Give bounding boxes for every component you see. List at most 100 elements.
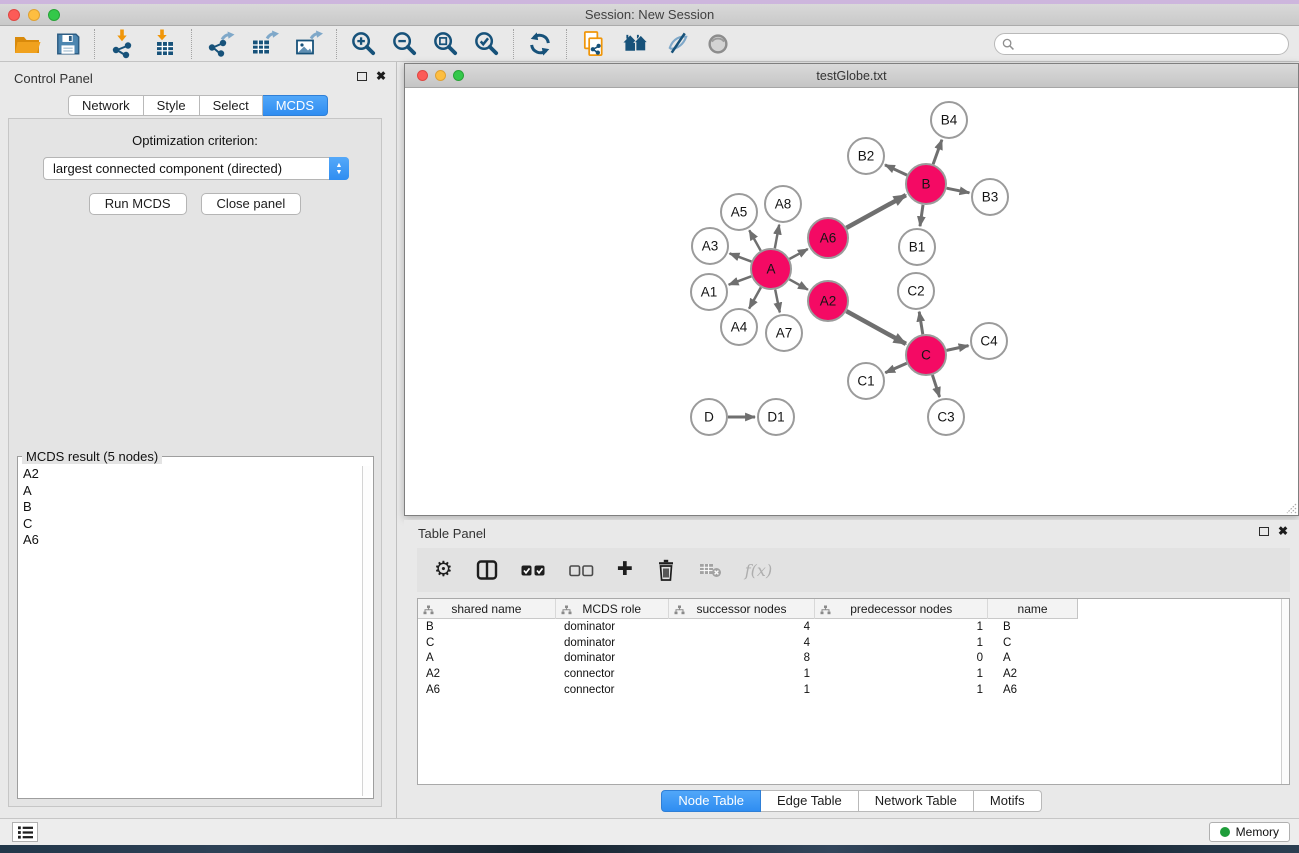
graph-edge-C-C2[interactable] [919,312,923,335]
show-columns-button[interactable] [476,559,498,581]
table-row[interactable]: Adominator80A [418,650,1289,666]
column-header-predecessor-nodes[interactable]: predecessor nodes [815,599,988,619]
graph-edge-A-A6[interactable] [789,249,807,259]
zoom-in-button[interactable] [350,30,377,57]
column-header-successor-nodes[interactable]: successor nodes [669,599,816,619]
mcds-result-item[interactable]: A [20,483,361,500]
graph-edge-B-B2[interactable] [885,165,907,175]
graph-node-A6[interactable]: A6 [808,218,848,258]
graph-edge-A-A7[interactable] [775,290,780,313]
graph-node-A3[interactable]: A3 [692,228,728,264]
graph-node-C2[interactable]: C2 [898,273,934,309]
apply-layout-button[interactable] [527,31,553,57]
mcds-result-item[interactable]: A6 [20,532,361,549]
deselect-all-rows-button[interactable] [569,564,594,577]
mcds-result-scrollbar[interactable] [362,466,371,796]
graph-node-A2[interactable]: A2 [808,281,848,321]
task-history-button[interactable] [12,822,38,842]
save-session-button[interactable] [55,31,81,57]
graph-node-A8[interactable]: A8 [765,186,801,222]
import-table-button[interactable] [150,29,178,59]
memory-button[interactable]: Memory [1209,822,1290,842]
tab-edge-table[interactable]: Edge Table [761,790,859,812]
graph-node-B1[interactable]: B1 [899,229,935,265]
graph-edge-B-B4[interactable] [933,140,942,164]
resize-grip-icon[interactable] [1285,502,1297,514]
tab-style[interactable]: Style [144,95,200,116]
column-header-mcds-role[interactable]: MCDS role [556,599,669,619]
table-row[interactable]: A6connector11A6 [418,682,1289,698]
column-header-name[interactable]: name [988,599,1077,619]
graph-edge-A-A3[interactable] [730,253,752,261]
first-neighbors-button[interactable] [621,31,650,56]
graph-edge-B-B1[interactable] [920,205,923,226]
graph-node-B3[interactable]: B3 [972,179,1008,215]
export-table-button[interactable] [249,30,279,58]
graph-edge-A6-B[interactable] [846,195,906,228]
graph-node-A7[interactable]: A7 [766,315,802,351]
add-row-button[interactable]: ✚ [617,559,633,581]
graph-edge-C-C1[interactable] [885,363,906,372]
mcds-result-item[interactable]: C [20,516,361,533]
graph-edge-A-A8[interactable] [775,225,779,249]
float-table-panel-icon[interactable] [1259,527,1269,536]
export-image-button[interactable] [293,30,323,58]
graph-node-B4[interactable]: B4 [931,102,967,138]
graph-node-B[interactable]: B [906,164,946,204]
tab-node-table[interactable]: Node Table [661,790,761,812]
graph-edge-A-A4[interactable] [749,287,761,308]
open-session-button[interactable] [13,31,41,57]
close-window-button[interactable] [8,9,20,21]
graph-node-C[interactable]: C [906,335,946,375]
tab-mcds[interactable]: MCDS [263,95,328,116]
float-panel-icon[interactable] [357,72,367,81]
network-window-titlebar[interactable]: testGlobe.txt [405,64,1298,88]
graph-edge-C-C4[interactable] [947,346,969,351]
graph-node-A5[interactable]: A5 [721,194,757,230]
bird-eye-view-button[interactable] [705,31,731,57]
graph-node-C4[interactable]: C4 [971,323,1007,359]
run-mcds-button[interactable]: Run MCDS [89,193,187,215]
mcds-result-item[interactable]: A2 [20,466,361,483]
graph-edge-A2-C[interactable] [846,311,906,344]
graph-edge-A-A1[interactable] [729,276,752,284]
network-zoom-button[interactable] [453,70,464,81]
column-header-shared-name[interactable]: shared name [418,599,556,619]
new-network-from-selection-button[interactable] [580,30,607,58]
table-row[interactable]: Bdominator41B [418,619,1289,635]
graph-edge-A-A2[interactable] [789,279,808,289]
graph-node-A4[interactable]: A4 [721,309,757,345]
zoom-fit-button[interactable] [432,30,459,57]
graph-node-A1[interactable]: A1 [691,274,727,310]
delete-row-button[interactable] [656,559,676,581]
network-minimize-button[interactable] [435,70,446,81]
graph-node-B2[interactable]: B2 [848,138,884,174]
table-scrollbar[interactable] [1281,599,1289,784]
network-close-button[interactable] [417,70,428,81]
graph-node-D1[interactable]: D1 [758,399,794,435]
zoom-selected-button[interactable] [473,30,500,57]
table-row[interactable]: A2connector11A2 [418,666,1289,682]
tab-select[interactable]: Select [200,95,263,116]
export-network-button[interactable] [205,30,235,58]
zoom-window-button[interactable] [48,9,60,21]
network-canvas[interactable]: B4B2BB3A8A5A6A3B1AA1C2A2A4A7C4CC1C3DD1 [405,88,1298,515]
minimize-window-button[interactable] [28,9,40,21]
close-table-panel-icon[interactable]: ✖ [1278,526,1288,536]
tab-network-table[interactable]: Network Table [859,790,974,812]
search-field[interactable] [994,33,1289,55]
import-network-button[interactable] [108,29,136,59]
table-options-button[interactable]: ⚙ [434,559,453,581]
show-graphics-details-button[interactable] [664,30,691,57]
close-panel-icon[interactable]: ✖ [376,71,386,81]
graph-edge-A-A5[interactable] [749,230,760,250]
criterion-select[interactable]: largest connected component (directed) ▲… [43,157,349,180]
tab-motifs[interactable]: Motifs [974,790,1042,812]
mcds-result-item[interactable]: B [20,499,361,516]
table-row[interactable]: Cdominator41C [418,635,1289,651]
graph-node-A[interactable]: A [751,249,791,289]
graph-edge-C-C3[interactable] [932,375,939,397]
zoom-out-button[interactable] [391,30,418,57]
graph-node-D[interactable]: D [691,399,727,435]
graph-node-C3[interactable]: C3 [928,399,964,435]
